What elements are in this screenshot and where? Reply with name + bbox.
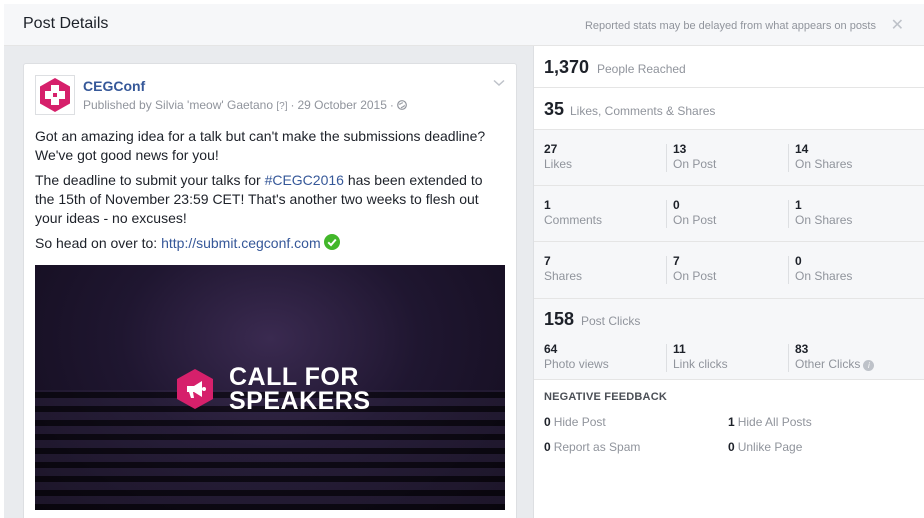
- likes-on-post: 13: [673, 142, 687, 156]
- help-link[interactable]: [?]: [276, 101, 287, 112]
- chevron-down-icon[interactable]: [492, 76, 506, 90]
- post-clicks-section: 158 Post Clicks 64 Photo views 11 Link cli…: [534, 299, 924, 380]
- submit-link[interactable]: http://submit.cegconf.com: [161, 235, 321, 251]
- comments-total: 1: [544, 198, 551, 212]
- post-meta: Published by Silvia 'meow' Gaetano [?] · 2…: [83, 98, 407, 112]
- negative-feedback-section: NEGATIVE FEEDBACK 0 Hide Post 1 Hide All P…: [534, 380, 924, 518]
- likes-row: 27 Likes 13 On Post 14 On Shares: [534, 130, 924, 186]
- post-image[interactable]: CALL FOR SPEAKERS: [35, 265, 505, 510]
- page-avatar[interactable]: [35, 75, 75, 115]
- clicks-label: Post Clicks: [581, 314, 641, 328]
- engagement-label: Likes, Comments & Shares: [570, 104, 716, 118]
- post-paragraph: Got an amazing idea for a talk but can't…: [35, 128, 486, 163]
- stats-pane: 1,370 People Reached 35 Likes, Comments …: [533, 46, 924, 518]
- cegconf-logo-icon: [40, 78, 70, 112]
- unlike-page-stat: 0 Unlike Page: [728, 440, 803, 454]
- stats-delay-note: Reported stats may be delayed from what …: [584, 20, 876, 32]
- dialog-header: Post Details Reported stats may be delay…: [4, 4, 924, 46]
- post-date[interactable]: 29 October 2015: [298, 98, 387, 112]
- engagement-breakdown: 27 Likes 13 On Post 14 On Shares 1 Comments …: [534, 130, 924, 299]
- comments-on-shares: 1: [795, 198, 802, 212]
- clicks-count: 158: [544, 309, 575, 329]
- post-paragraph: So head on over to: http://submit.cegcon…: [35, 234, 505, 253]
- hashtag-link[interactable]: #CEGC2016: [265, 172, 344, 188]
- info-icon[interactable]: i: [863, 360, 875, 371]
- shares-on-shares: 0: [795, 254, 802, 268]
- shares-row: 7 Shares 7 On Post 0 On Shares: [544, 254, 853, 284]
- megaphone-icon: [177, 369, 213, 409]
- photo-views-count: 64: [544, 342, 558, 356]
- publisher-text: Published by Silvia 'meow' Gaetano: [83, 98, 274, 112]
- link-clicks-count: 11: [673, 342, 686, 356]
- shares-on-post: 7: [673, 254, 680, 268]
- dialog-title: Post Details: [23, 15, 109, 32]
- reach-label: People Reached: [597, 62, 686, 76]
- hide-post-stat: 0 Hide Post: [544, 415, 606, 429]
- comments-on-post: 0: [673, 198, 680, 212]
- post-paragraph: The deadline to submit your talks for #C…: [35, 172, 483, 226]
- likes-total: 27: [544, 142, 558, 156]
- globe-icon: [397, 100, 407, 110]
- call-for-speakers-graphic: CALL FOR SPEAKERS: [173, 363, 371, 415]
- shares-total: 7: [544, 254, 551, 268]
- engagement-row: 35 Likes, Comments & Shares: [534, 88, 924, 130]
- reach-count: 1,370: [544, 57, 590, 77]
- post-card: CEGConf Published by Silvia 'meow' Gaeta…: [23, 63, 517, 518]
- close-icon[interactable]: ✕: [891, 15, 904, 35]
- comments-row: 1 Comments 0 On Post 1 On Shares: [534, 186, 924, 242]
- negative-feedback-title: NEGATIVE FEEDBACK: [544, 391, 667, 403]
- call-for-speakers-text: CALL FOR SPEAKERS: [229, 363, 371, 415]
- page-name-link[interactable]: CEGConf: [83, 78, 145, 94]
- other-clicks-count: 83: [795, 342, 809, 356]
- post-body: Got an amazing idea for a talk but can't…: [35, 127, 505, 259]
- post-preview-pane: CEGConf Published by Silvia 'meow' Gaeta…: [4, 46, 533, 518]
- engagement-count: 35: [544, 99, 565, 119]
- reach-row: 1,370 People Reached: [534, 46, 924, 88]
- likes-on-shares: 14: [795, 142, 809, 156]
- report-spam-stat: 0 Report as Spam: [544, 440, 641, 454]
- check-circle-icon: [323, 234, 340, 250]
- hide-all-posts-stat: 1 Hide All Posts: [728, 415, 812, 429]
